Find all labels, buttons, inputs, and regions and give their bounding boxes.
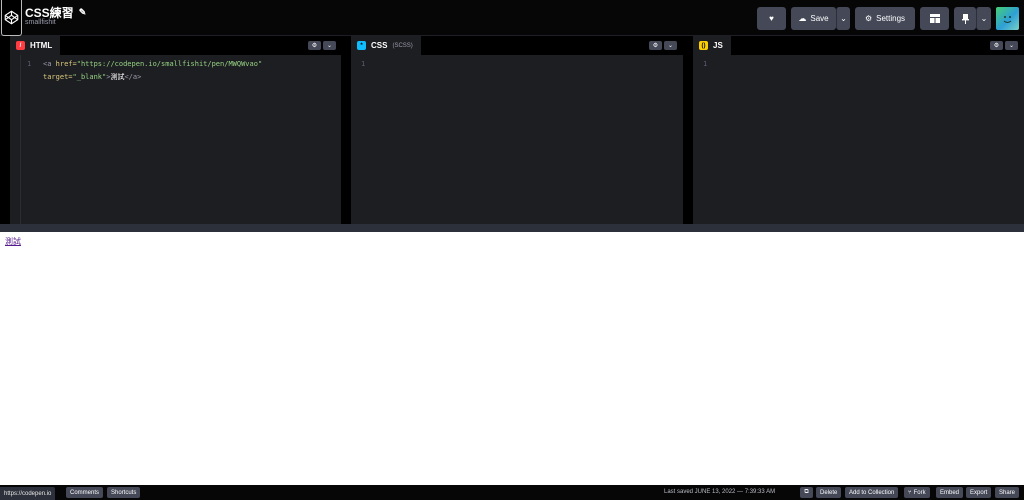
pin-button[interactable]: [954, 7, 976, 30]
external-link-icon: ⧉: [804, 489, 809, 495]
settings-button[interactable]: ⚙ Settings: [855, 7, 915, 30]
preview-link[interactable]: 測試: [5, 236, 21, 247]
html-code-editor[interactable]: 1 <a href="https://codepen.io/smallfishi…: [10, 55, 341, 224]
chevron-down-icon: ⌄: [980, 14, 988, 23]
codepen-logo-icon[interactable]: [1, 0, 22, 36]
js-code-editor[interactable]: 1: [693, 55, 1024, 224]
pen-owner[interactable]: smallfishit: [25, 19, 56, 26]
code-tag: </a>: [124, 73, 142, 81]
shortcuts-button[interactable]: Shortcuts: [107, 487, 141, 498]
chevron-down-icon: ⌄: [667, 43, 674, 49]
code-gutter: [20, 55, 21, 224]
comments-button[interactable]: Comments: [66, 487, 104, 498]
code-attr: href=: [51, 60, 77, 68]
tab-js-label: JS: [713, 41, 723, 50]
html-options-button[interactable]: ⌄: [323, 41, 336, 50]
last-saved-text: Last saved JUNE 13, 2022 — 7:39:33 AM: [664, 489, 776, 495]
save-options-button[interactable]: ⌄: [836, 7, 850, 30]
settings-label: Settings: [876, 14, 906, 23]
pin-icon: [961, 13, 969, 24]
add-to-collection-button[interactable]: Add to Collection: [845, 487, 899, 498]
code-attr: target=: [43, 73, 73, 81]
css-icon: *: [357, 41, 366, 50]
save-button[interactable]: ☁ Save: [791, 7, 836, 30]
embed-button[interactable]: Embed: [936, 487, 964, 498]
fork-icon: ⑂: [908, 489, 912, 496]
code-line: <a href="https://codepen.io/smallfishit/…: [43, 60, 262, 68]
delete-button[interactable]: Delete: [816, 487, 842, 498]
html-settings-button[interactable]: ⚙: [308, 41, 321, 50]
js-icon: (): [699, 41, 708, 50]
css-settings-button[interactable]: ⚙: [649, 41, 662, 50]
cloud-icon: ☁: [798, 14, 807, 23]
pane-resizer[interactable]: [341, 36, 351, 224]
gear-icon: ⚙: [311, 43, 318, 49]
js-editor-pane: () JS ⚙ ⌄ 1: [693, 36, 1024, 224]
chevron-down-icon: ⌄: [326, 43, 333, 49]
gear-icon: ⚙: [652, 43, 659, 49]
tab-css-label: CSS: [371, 41, 388, 50]
gear-icon: ⚙: [993, 43, 1000, 49]
css-editor-pane: * CSS (SCSS) ⚙ ⌄ 1: [351, 36, 683, 224]
editor-area: / HTML ⚙ ⌄ 1 <a href="https://codepen.io…: [0, 36, 1024, 232]
pin-options-button[interactable]: ⌄: [976, 7, 991, 30]
footer-bar: https://codepen.io Comments Shortcuts La…: [0, 485, 1024, 500]
code-line: target="_blank">測試</a>: [43, 72, 141, 82]
pencil-icon[interactable]: ✎: [79, 7, 87, 18]
code-text: 測試: [110, 73, 125, 81]
fork-label: Fork: [913, 489, 926, 496]
heart-button[interactable]: ♥: [757, 7, 786, 30]
css-options-button[interactable]: ⌄: [664, 41, 677, 50]
layout-icon: [929, 14, 940, 23]
js-options-button[interactable]: ⌄: [1005, 41, 1018, 50]
tab-html-label: HTML: [30, 41, 53, 50]
change-view-button[interactable]: [920, 7, 949, 30]
tab-css[interactable]: * CSS (SCSS): [351, 36, 421, 55]
line-number: 1: [27, 60, 32, 68]
export-button[interactable]: Export: [966, 487, 992, 498]
save-label: Save: [810, 14, 829, 23]
status-url: https://codepen.io: [0, 487, 56, 500]
tab-css-preprocessor: (SCSS): [392, 42, 413, 49]
line-number: 1: [361, 60, 366, 68]
preview-frame: 測試: [0, 232, 1024, 485]
js-settings-button[interactable]: ⚙: [990, 41, 1003, 50]
chevron-down-icon: ⌄: [1008, 43, 1015, 49]
gear-icon: ⚙: [864, 14, 873, 23]
html-editor-pane: / HTML ⚙ ⌄ 1 <a href="https://codepen.io…: [10, 36, 341, 224]
pane-resizer[interactable]: [683, 36, 693, 224]
code-string: "https://codepen.io/smallfishit/pen/MWQW…: [76, 60, 263, 68]
open-external-button[interactable]: ⧉: [800, 487, 813, 498]
tab-html[interactable]: / HTML: [10, 36, 61, 55]
top-bar: CSS練習 ✎ smallfishit ♥ ☁ Save ⌄ ⚙ Setting…: [0, 0, 1024, 36]
line-number: 1: [703, 60, 708, 68]
css-code-editor[interactable]: 1: [351, 55, 683, 224]
heart-icon: ♥: [769, 14, 774, 23]
chevron-down-icon: ⌄: [840, 14, 847, 23]
html-icon: /: [16, 41, 25, 50]
share-button[interactable]: Share: [995, 487, 1020, 498]
tab-js[interactable]: () JS: [693, 36, 731, 55]
user-avatar[interactable]: [996, 7, 1019, 30]
editor-resize-bar[interactable]: [0, 224, 1024, 232]
code-string: "_blank": [72, 73, 107, 81]
fork-button[interactable]: ⑂ Fork: [904, 487, 930, 498]
